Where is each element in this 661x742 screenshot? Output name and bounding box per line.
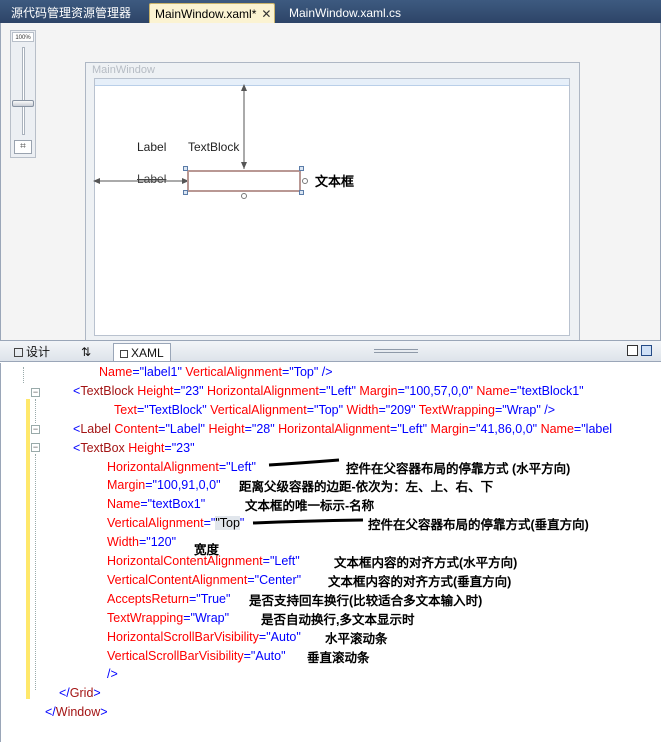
tab-mainwindow-xaml[interactable]: MainWindow.xaml* ✕ [149,3,276,24]
swap-icon: ⇅ [81,345,92,359]
resize-handle[interactable] [299,166,304,171]
tab-design[interactable]: 设计 [14,343,50,361]
design-label-1[interactable]: Label [137,140,166,154]
horizontal-split-icon[interactable] [641,345,652,356]
tab-source-control-explorer[interactable]: 源代码管理资源管理器 [6,3,136,23]
resize-handle[interactable] [183,166,188,171]
design-icon [14,348,23,357]
annotation-strokes [252,458,364,525]
xaml-icon [120,350,128,358]
swap-panes-button[interactable]: ⇅ [81,343,91,361]
tab-mainwindow-xaml-cs[interactable]: MainWindow.xaml.cs [284,3,406,23]
view-switch-bar: 设计 ⇅ XAML [0,340,661,362]
xaml-editor[interactable]: − − − Name="label1" VerticalAlignment="T… [0,363,661,742]
textbox-annotation: 文本框 [315,174,355,189]
tab-xaml[interactable]: XAML [113,343,171,361]
resize-handle[interactable] [299,190,304,195]
tab-label: 源代码管理资源管理器 [11,6,132,20]
design-label-2[interactable]: Label [137,172,166,186]
vertical-split-icon[interactable] [627,345,638,356]
tab-label: MainWindow.xaml* [155,7,257,21]
close-icon[interactable]: ✕ [261,4,271,24]
document-tab-bar: 源代码管理资源管理器 MainWindow.xaml* ✕ MainWindow.… [0,0,661,23]
tab-xaml-label: XAML [131,346,164,360]
tab-label: MainWindow.xaml.cs [289,6,402,20]
design-textbox-selected[interactable] [187,170,301,192]
design-textblock[interactable]: TextBlock [188,140,239,154]
tab-design-label: 设计 [26,345,51,359]
resize-handle[interactable] [183,190,188,195]
splitter-grip[interactable] [374,349,418,353]
design-surface[interactable]: 100% ⌗ MainWindow Label TextBlock Label … [0,23,661,342]
